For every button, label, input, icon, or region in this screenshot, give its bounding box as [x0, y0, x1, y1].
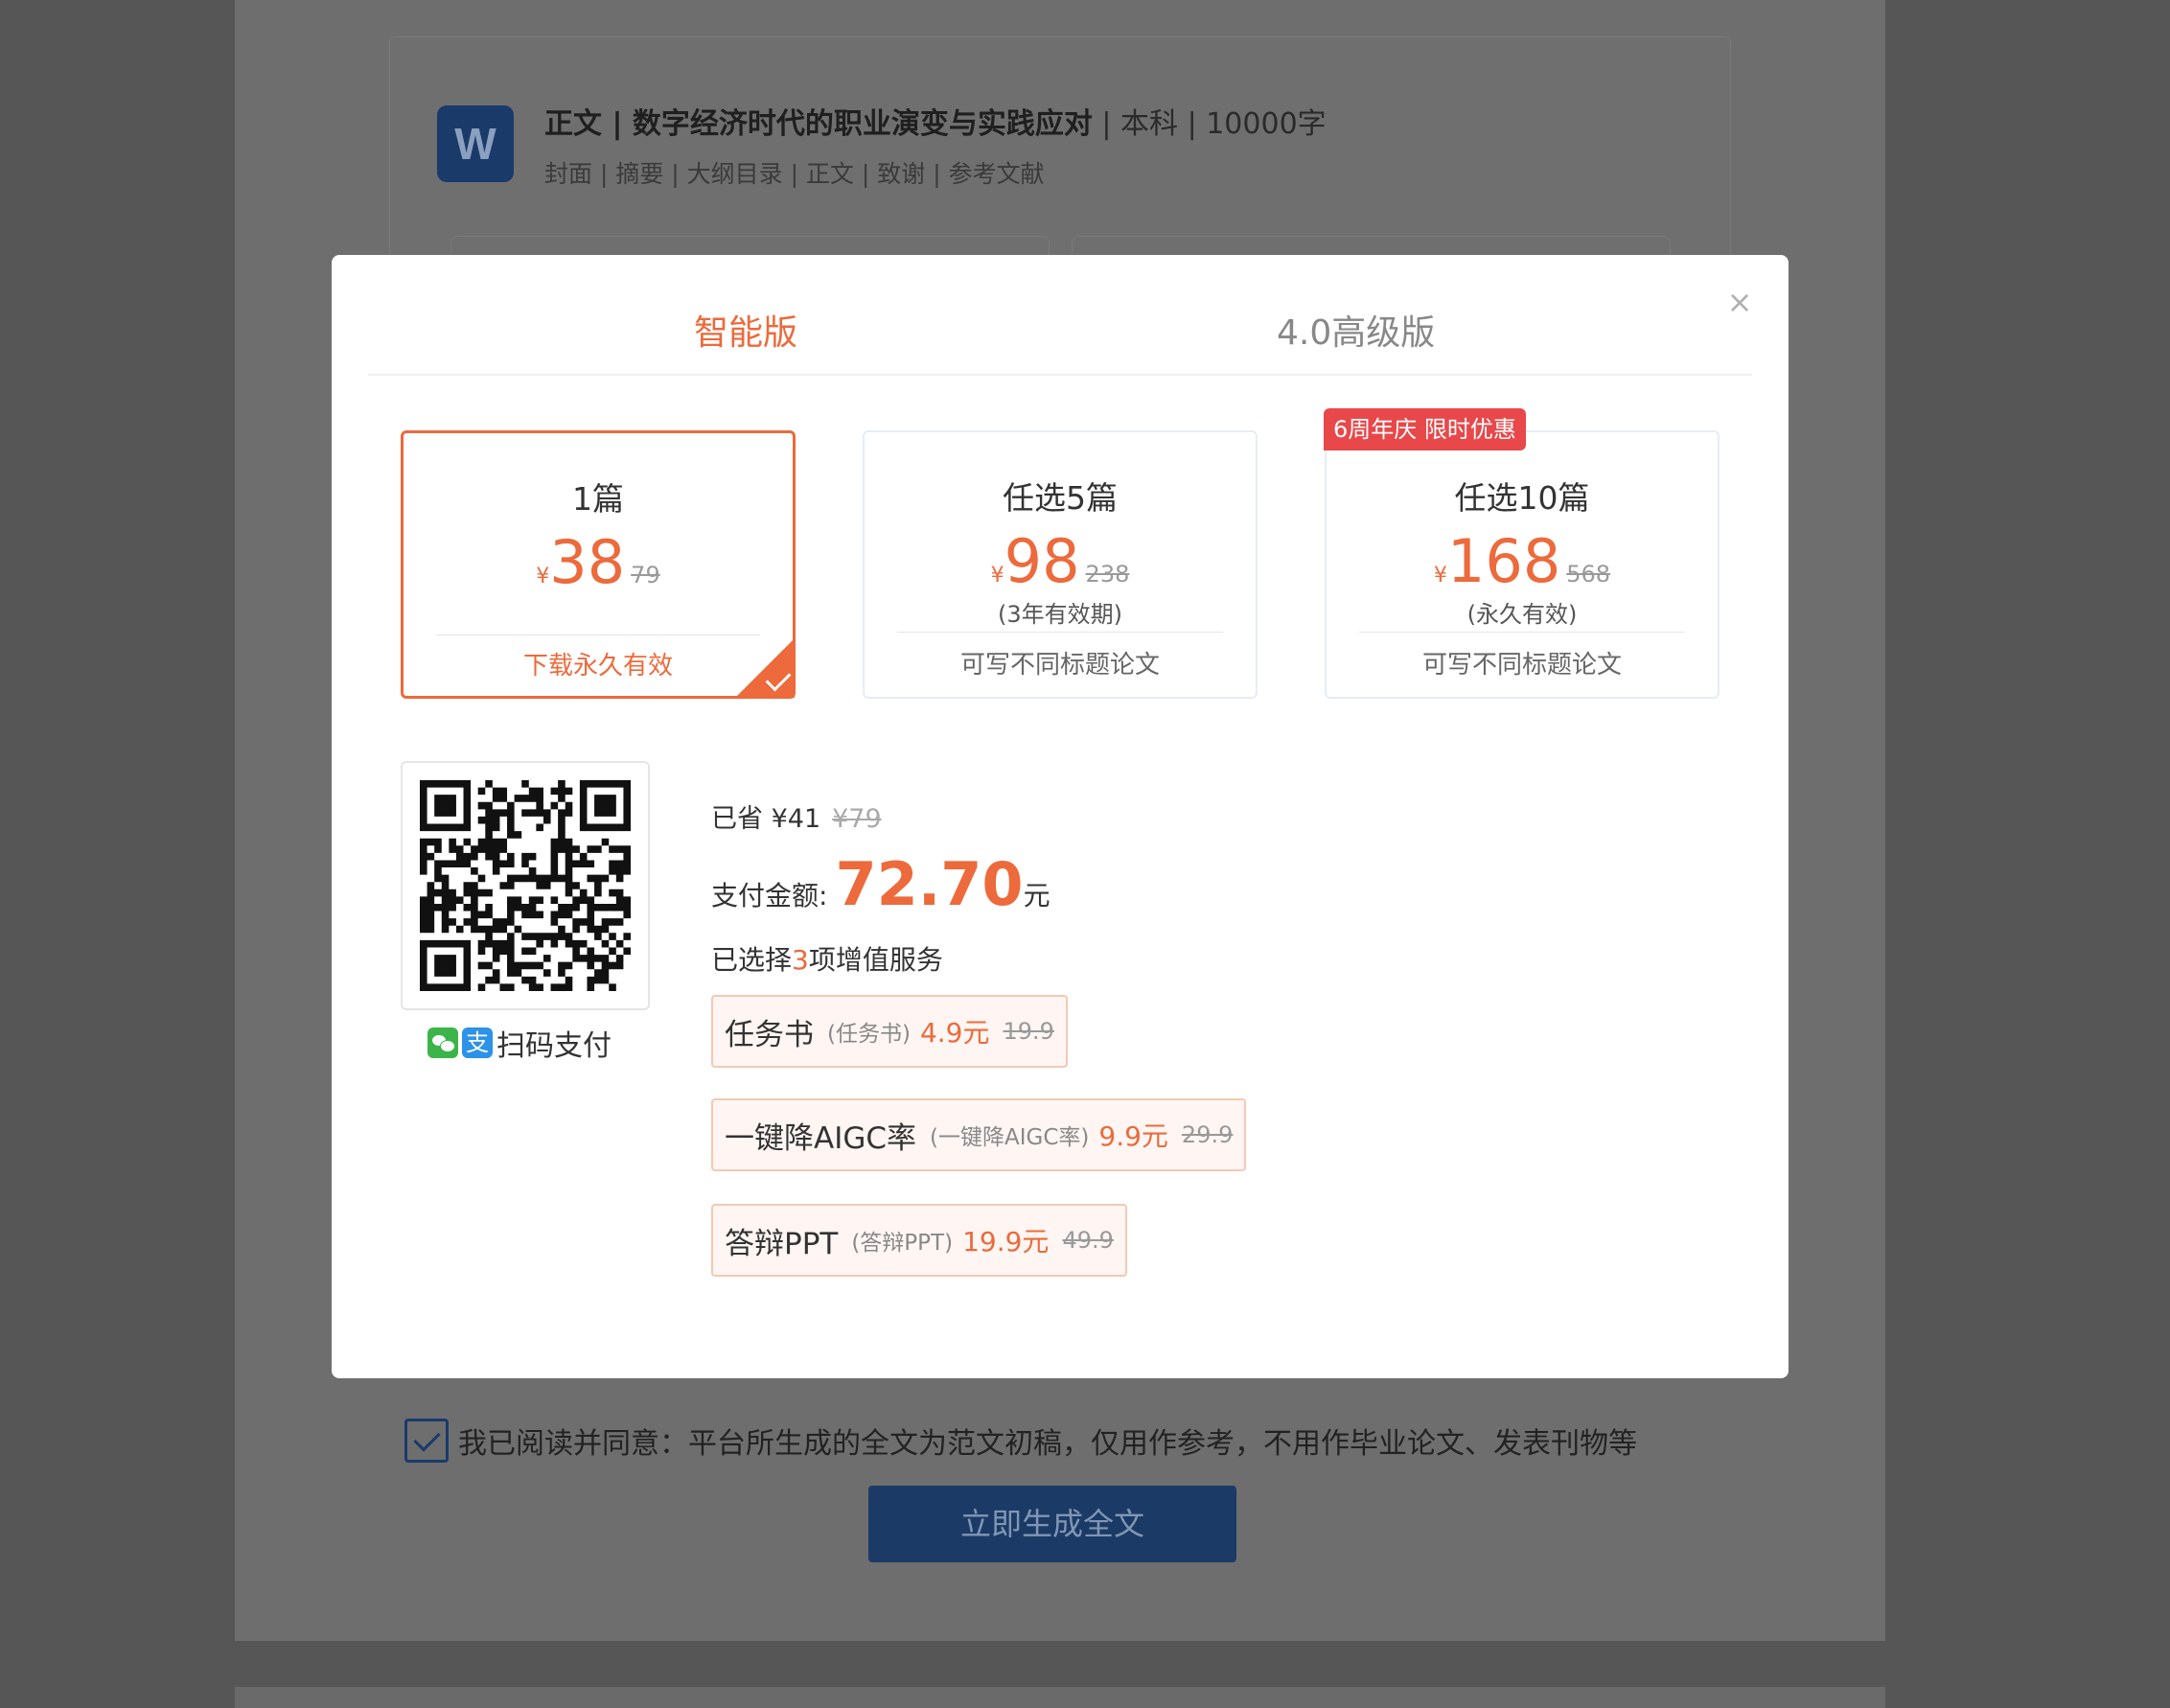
- doc-title-main: 正文 | 数字经济时代的职业演变与实践应对: [544, 107, 1093, 141]
- currency-symbol: ¥: [990, 564, 1004, 588]
- service-item-defense-ppt[interactable]: 答辩PPT (答辩PPT) 19.9元 49.9: [711, 1204, 1127, 1277]
- plan-price: ¥168 568: [1327, 528, 1718, 595]
- agreement-text: 我已阅读并同意：平台所生成的全文为范文初稿，仅用作参考，不用作毕业论文、发表刊物…: [458, 1427, 1637, 1461]
- service-price: 9.9元: [1098, 1120, 1168, 1152]
- tab-divider: [368, 374, 1752, 376]
- plan-validity: (3年有效期): [998, 601, 1122, 628]
- plan-current-price: 168: [1446, 526, 1561, 596]
- selected-suffix: 项增值服务: [808, 944, 943, 976]
- generate-fulltext-button[interactable]: 立即生成全文: [868, 1486, 1236, 1562]
- alipay-icon: 支: [462, 1027, 493, 1058]
- plan-original-price: 238: [1085, 561, 1130, 588]
- service-subtitle: (答辩PPT): [851, 1231, 954, 1256]
- agreement-checkbox[interactable]: [404, 1419, 449, 1463]
- service-name: 答辩PPT: [725, 1226, 839, 1261]
- plan-divider: [897, 632, 1223, 633]
- service-subtitle: (任务书): [827, 1022, 911, 1047]
- service-subtitle: (一键降AIGC率): [930, 1125, 1090, 1150]
- plan-card-5[interactable]: 任选5篇 ¥98 238 (3年有效期) 可写不同标题论文: [863, 430, 1258, 699]
- payment-amount-unit: 元: [1023, 880, 1050, 912]
- tab-advanced-edition[interactable]: 4.0高级版: [1277, 305, 1435, 355]
- plan-original-price: 79: [631, 562, 660, 589]
- plan-footer: 可写不同标题论文: [1421, 651, 1622, 680]
- currency-symbol: ¥: [536, 565, 550, 589]
- scan-to-pay-label: 扫码支付: [496, 1029, 612, 1063]
- saved-label: 已省 ¥41: [711, 804, 821, 834]
- promo-badge: 6周年庆 限时优惠: [1324, 408, 1526, 450]
- service-original-price: 29.9: [1181, 1121, 1234, 1148]
- currency-symbol: ¥: [1433, 564, 1447, 588]
- payment-amount-value: 72.70: [835, 849, 1024, 919]
- payment-qr-code: [401, 761, 650, 1010]
- selected-prefix: 已选择: [711, 944, 793, 976]
- doc-sections: 封面 | 摘要 | 大纲目录 | 正文 | 致谢 | 参考文献: [544, 160, 1045, 188]
- saved-original-price: ¥79: [832, 804, 882, 834]
- selected-number: 3: [792, 944, 809, 976]
- plan-price: ¥38 79: [404, 529, 793, 596]
- service-item-reduce-aigc[interactable]: 一键降AIGC率 (一键降AIGC率) 9.9元 29.9: [711, 1098, 1247, 1171]
- service-name: 任务书: [725, 1017, 814, 1052]
- plan-current-price: 38: [549, 527, 626, 597]
- plan-name: 任选10篇: [1454, 479, 1590, 517]
- service-price: 19.9元: [962, 1226, 1050, 1258]
- service-original-price: 19.9: [1003, 1018, 1054, 1045]
- payment-amount-label: 支付金额:: [711, 880, 828, 912]
- plan-name: 1篇: [572, 480, 624, 518]
- selected-services-count: 已选择3项增值服务: [711, 939, 943, 978]
- service-item-task-book[interactable]: 任务书 (任务书) 4.9元 19.9: [711, 995, 1068, 1068]
- plan-current-price: 98: [1004, 526, 1080, 596]
- payment-amount: 支付金额: 72.70元: [711, 849, 1050, 919]
- plan-card-1[interactable]: 1篇 ¥38 79 下载永久有效: [401, 430, 796, 699]
- plan-validity: (永久有效): [1466, 601, 1578, 628]
- word-doc-icon: W: [437, 105, 514, 182]
- doc-title: 正文 | 数字经济时代的职业演变与实践应对 | 本科 | 10000字: [544, 100, 1327, 142]
- scan-to-pay-row: 支 扫码支付: [427, 1022, 612, 1064]
- qr-modules: [420, 780, 631, 991]
- service-name: 一键降AIGC率: [725, 1120, 917, 1156]
- agreement-row: 我已阅读并同意：平台所生成的全文为范文初稿，仅用作参考，不用作毕业论文、发表刊物…: [404, 1419, 1637, 1463]
- wechat-pay-icon: [427, 1027, 458, 1058]
- tab-smart-edition[interactable]: 智能版: [694, 305, 797, 355]
- plan-original-price: 568: [1566, 561, 1611, 588]
- qr-code-image: [420, 780, 631, 991]
- service-price: 4.9元: [919, 1017, 990, 1049]
- plan-card-10[interactable]: 任选10篇 ¥168 568 (永久有效) 可写不同标题论文: [1325, 430, 1720, 699]
- saved-amount: 已省 ¥41 ¥79: [711, 797, 882, 835]
- plan-divider: [1359, 632, 1685, 633]
- plan-price: ¥98 238: [865, 528, 1256, 595]
- plan-name: 任选5篇: [1003, 479, 1118, 517]
- background-bottom-card: [235, 1687, 1885, 1708]
- service-original-price: 49.9: [1062, 1227, 1114, 1254]
- plan-footer: 可写不同标题论文: [959, 651, 1160, 680]
- doc-title-meta: | 本科 | 10000字: [1092, 107, 1327, 141]
- close-icon[interactable]: ×: [1725, 287, 1754, 317]
- selected-corner: [735, 638, 795, 698]
